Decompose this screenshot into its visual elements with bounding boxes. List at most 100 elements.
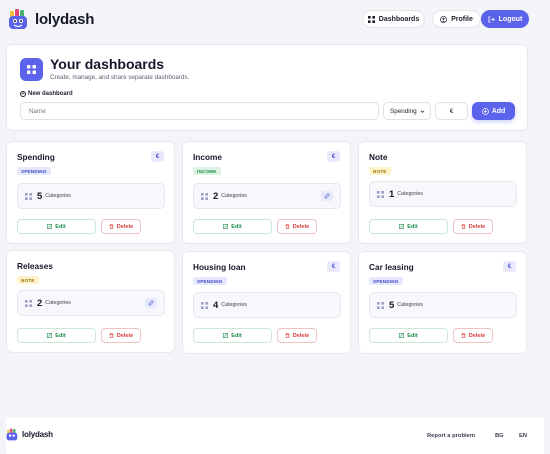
category-label: Categories xyxy=(221,193,247,199)
type-badge: SPENDING xyxy=(17,167,51,175)
delete-button[interactable]: Delete xyxy=(453,219,493,234)
dashboard-card[interactable]: Spending € SPENDING 5 Categories Edit De… xyxy=(6,141,175,244)
edit-button[interactable]: Edit xyxy=(369,328,448,343)
categories-summary: 5 Categories xyxy=(17,183,165,209)
category-label: Categories xyxy=(397,191,423,197)
page-title: Your dashboards xyxy=(50,56,165,72)
dashboard-card[interactable]: Housing loan € SPENDING 4 Categories Edi… xyxy=(182,251,351,354)
delete-label: Delete xyxy=(468,332,486,339)
logout-label: Logout xyxy=(498,15,523,23)
category-label: Categories xyxy=(221,302,247,308)
trash-icon xyxy=(109,333,114,338)
dashboard-card[interactable]: Income € INCOME 2 Categories Edit Delete xyxy=(182,141,351,244)
report-problem-link[interactable]: Report a problem xyxy=(427,433,475,439)
delete-label: Delete xyxy=(116,332,134,339)
currency-select-value: € xyxy=(449,107,454,115)
grid-icon xyxy=(25,299,32,307)
categories-summary: 1 Categories xyxy=(369,181,517,207)
new-dashboard-label: + New dashboard xyxy=(20,91,73,97)
trash-icon xyxy=(461,333,466,338)
type-badge: NOTE xyxy=(369,167,391,175)
brand[interactable]: lolydash xyxy=(8,8,94,30)
category-label: Categories xyxy=(45,193,71,199)
currency-select[interactable]: € xyxy=(435,102,468,120)
edit-button[interactable]: Edit xyxy=(193,328,272,343)
footer-brand-name: lolydash xyxy=(22,430,53,439)
type-select-value: Spending xyxy=(390,107,417,115)
dashboards-label: Dashboards xyxy=(378,15,420,23)
footer: lolydash Report a problem BG EN xyxy=(6,418,544,454)
add-dashboard-button[interactable]: Add xyxy=(472,102,515,120)
trash-icon xyxy=(461,224,466,229)
category-count: 2 xyxy=(37,297,43,309)
categories-summary: 2 Categories xyxy=(17,290,165,316)
delete-label: Delete xyxy=(292,223,310,230)
category-label: Categories xyxy=(45,300,71,306)
edit-icon xyxy=(399,333,405,338)
type-badge: SPENDING xyxy=(193,277,227,285)
dashboards-button[interactable]: Dashboards xyxy=(362,10,425,28)
language-bg-link[interactable]: BG xyxy=(495,433,504,439)
category-count: 1 xyxy=(389,188,395,200)
edit-button[interactable]: Edit xyxy=(17,219,96,234)
chevron-down-icon xyxy=(420,109,425,113)
edit-button[interactable]: Edit xyxy=(17,328,96,343)
categories-summary: 4 Categories xyxy=(193,292,341,318)
edit-button[interactable]: Edit xyxy=(193,219,272,234)
dashboard-card[interactable]: Car leasing € SPENDING 5 Categories Edit… xyxy=(358,251,527,354)
type-badge: NOTE xyxy=(17,276,39,284)
logout-button[interactable]: Logout xyxy=(481,10,529,28)
edit-label: Edit xyxy=(407,332,418,339)
category-count: 4 xyxy=(213,299,219,311)
top-header: lolydash Dashboards Profile Logout xyxy=(6,0,544,38)
new-dashboard-text: New dashboard xyxy=(28,91,73,97)
card-title: Releases xyxy=(17,261,53,271)
categories-summary: 5 Categories xyxy=(369,292,517,318)
profile-button[interactable]: Profile xyxy=(432,10,481,28)
grid-icon xyxy=(25,192,32,200)
edit-label: Edit xyxy=(55,223,66,230)
delete-button[interactable]: Delete xyxy=(101,219,141,234)
currency-badge: € xyxy=(503,261,516,272)
edit-label: Edit xyxy=(231,223,242,230)
delete-button[interactable]: Delete xyxy=(277,219,317,234)
link-icon xyxy=(148,300,154,306)
dashboard-grid-icon xyxy=(20,58,43,81)
share-link-button[interactable] xyxy=(145,298,157,308)
trash-icon xyxy=(109,224,114,229)
language-en-link[interactable]: EN xyxy=(519,433,527,439)
delete-button[interactable]: Delete xyxy=(277,328,317,343)
trash-icon xyxy=(285,333,290,338)
grid-icon xyxy=(201,192,208,200)
grid-icon xyxy=(377,301,384,309)
delete-button[interactable]: Delete xyxy=(101,328,141,343)
type-badge: SPENDING xyxy=(369,277,403,285)
app-root: lolydash Dashboards Profile Logout Your … xyxy=(6,0,544,454)
grid-icon xyxy=(377,190,384,198)
plus-circle-icon xyxy=(481,107,489,115)
edit-button[interactable]: Edit xyxy=(369,219,448,234)
category-count: 5 xyxy=(389,299,395,311)
dashboard-type-select[interactable]: Spending xyxy=(383,102,431,120)
footer-brand[interactable]: lolydash xyxy=(6,428,53,441)
profile-label: Profile xyxy=(451,15,473,23)
card-title: Housing loan xyxy=(193,262,246,272)
link-icon xyxy=(324,193,330,199)
share-link-button[interactable] xyxy=(321,191,333,201)
category-count: 5 xyxy=(37,190,43,202)
card-title: Car leasing xyxy=(369,262,414,272)
grid-icon xyxy=(201,301,208,309)
edit-icon xyxy=(47,224,53,229)
delete-button[interactable]: Delete xyxy=(453,328,493,343)
card-title: Note xyxy=(369,152,388,162)
create-dashboard-panel: Your dashboards Create, manage, and shar… xyxy=(6,44,528,131)
logo-icon xyxy=(8,8,30,30)
page-subtitle: Create, manage, and share separate dashb… xyxy=(50,74,190,81)
grid-icon xyxy=(367,15,375,23)
dashboard-card[interactable]: Note NOTE 1 Categories Edit Delete xyxy=(358,141,527,244)
dashboard-card[interactable]: Releases NOTE 2 Categories Edit Delete xyxy=(6,250,175,353)
delete-label: Delete xyxy=(292,332,310,339)
currency-badge: € xyxy=(151,151,164,162)
dashboard-name-input[interactable] xyxy=(20,102,379,120)
logo-icon xyxy=(6,428,18,441)
